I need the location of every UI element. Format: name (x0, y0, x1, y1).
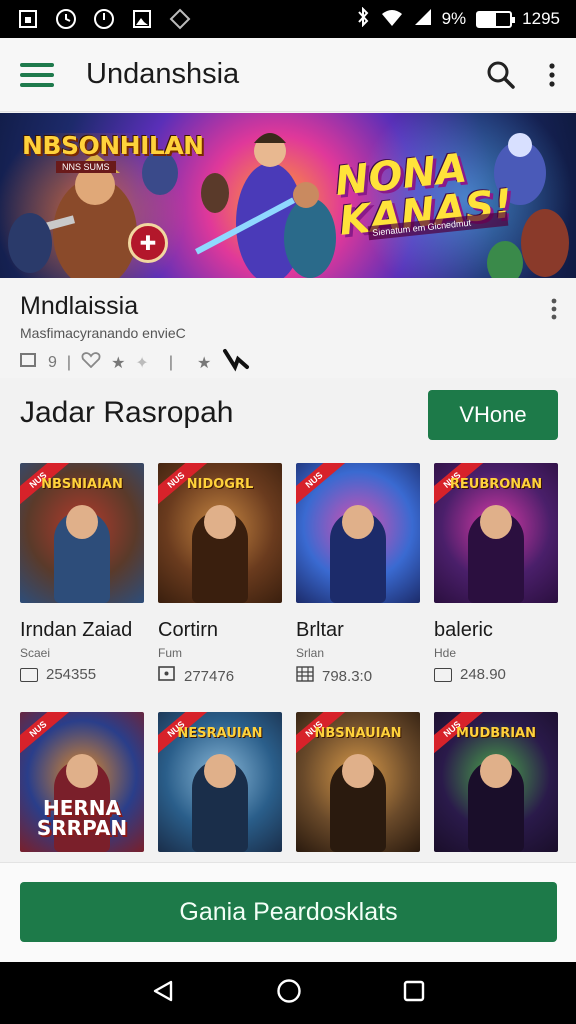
thumbnail-caption: HERNA SRRPAN (36, 796, 128, 840)
app-title: Undanshsia (86, 58, 240, 90)
clock-notification-icon (92, 7, 116, 31)
banner-logo: NBSONHILAN (22, 131, 204, 160)
menu-icon[interactable] (20, 62, 54, 87)
app-thumbnail: NUS NBSNAUIAN (296, 712, 420, 852)
star-icon: ★ (196, 354, 212, 372)
grid-icon (296, 666, 314, 686)
wifi-icon (380, 7, 404, 32)
cursor-pointer-icon (221, 347, 251, 378)
app-name: Cortirn (158, 619, 219, 641)
section-title: Jadar Rasropah (20, 396, 234, 429)
recents-icon[interactable] (403, 980, 425, 1007)
app-category: Hde (434, 646, 457, 660)
app-name: baleric (434, 619, 493, 641)
image-notification-icon (130, 7, 154, 31)
bluetooth-icon (356, 6, 370, 32)
app-thumbnail: NUS NESRAUIAN (158, 712, 282, 852)
timer-notification-icon (54, 7, 78, 31)
new-ribbon: NUS (20, 712, 74, 761)
app-name: Irndan Zaiad (20, 619, 133, 641)
box-icon (434, 667, 452, 682)
app-card[interactable]: NUS NBSNAUIAN (296, 712, 420, 852)
thumbnail-title: NIDOGRL (186, 477, 254, 492)
app-card[interactable]: NUS NBSNIAIAN Irndan Zaiad Scaei 254355 (20, 463, 144, 686)
app-name: Brltar (296, 619, 344, 641)
app-card[interactable]: NUS NESRAUIAN (158, 712, 282, 852)
status-bar: 9% 1295 (0, 0, 576, 38)
app-card[interactable]: NUS MUDBRIAN (434, 712, 558, 852)
app-thumbnail: NUS NBSNIAIAN (20, 463, 144, 603)
app-thumbnail: NUS REUBRONAN (434, 463, 558, 603)
battery-level (478, 12, 496, 26)
thumbnail-title: NBSNAUIAN (314, 726, 402, 741)
banner-logo-subtitle: NNS SUMS (56, 161, 116, 173)
system-nav-bar (0, 962, 576, 1024)
featured-meta: 9 | ★ ✦ | ★ (20, 347, 556, 378)
app-grid-row-1: NUS NBSNIAIAN Irndan Zaiad Scaei 254355 … (20, 463, 560, 686)
featured-title: Mndlaissia (20, 292, 139, 320)
signal-icon (414, 8, 432, 31)
primary-cta-button[interactable]: Gania Peardosklats (20, 882, 557, 942)
app-thumbnail: NUS NIDOGRL (158, 463, 282, 603)
star-icon: ✦ (135, 354, 149, 372)
thumbnail-title: MUDBRIAN (456, 726, 536, 741)
home-icon[interactable] (276, 978, 302, 1009)
promo-banner[interactable]: NBSONHILAN NNS SUMS ✚ NONA KANAS! Sienat… (0, 113, 576, 278)
app-download-count: 798.3:0 (296, 666, 420, 686)
app-category: Fum (158, 646, 182, 660)
app-download-count: 254355 (20, 666, 144, 683)
thumbnail-title: NESRAUIAN (177, 726, 263, 741)
battery-percent: 9% (441, 9, 467, 28)
bottom-action-area: Gania Peardosklats (0, 862, 576, 962)
heart-icon (81, 352, 101, 373)
battery-icon (476, 10, 516, 28)
app-bar: Undanshsia (0, 38, 576, 112)
star-icon: ★ (111, 354, 126, 372)
app-category: Scaei (20, 646, 51, 660)
more-options-icon[interactable] (548, 62, 556, 88)
download-icon (20, 352, 38, 373)
back-icon[interactable] (151, 979, 175, 1008)
featured-app[interactable]: Mndlaissia Masfimacyranando envieC 9 | ★… (0, 278, 576, 378)
thumbnail-title: REUBRONAN (449, 477, 543, 492)
clock-time: 1295 (522, 9, 560, 28)
android-notification-icon (168, 7, 192, 31)
featured-subtitle: Masfimacyranando envieC (20, 325, 186, 341)
app-thumbnail: NUS HERNA SRRPAN (20, 712, 144, 852)
app-card[interactable]: NUS NIDOGRL Cortirn Fum 277476 (158, 463, 282, 686)
box-icon (20, 667, 38, 682)
app-card[interactable]: NUS HERNA SRRPAN (20, 712, 144, 852)
lock-notification-icon (16, 7, 40, 31)
app-thumbnail: NUS MUDBRIAN (434, 712, 558, 852)
app-category: Srlan (296, 646, 325, 660)
app-card[interactable]: NUS REUBRONAN baleric Hde 248.90 (434, 463, 558, 686)
app-download-count: 248.90 (434, 666, 558, 683)
view-all-button[interactable]: VHone (428, 390, 558, 440)
app-thumbnail: NUS (296, 463, 420, 603)
new-ribbon: NUS (296, 463, 350, 512)
featured-count: 9 (48, 353, 57, 371)
shield-icon: ✚ (128, 223, 168, 263)
search-icon[interactable] (486, 60, 516, 90)
featured-more-icon[interactable] (550, 298, 558, 325)
app-download-count: 277476 (158, 666, 282, 686)
dot-box-icon (158, 666, 176, 686)
thumbnail-title: NBSNIAIAN (41, 477, 123, 492)
app-grid-row-2: NUS HERNA SRRPAN NUS NESRAUIAN NUS NBSNA… (20, 712, 560, 852)
app-card[interactable]: NUS Brltar Srlan 798.3:0 (296, 463, 420, 686)
